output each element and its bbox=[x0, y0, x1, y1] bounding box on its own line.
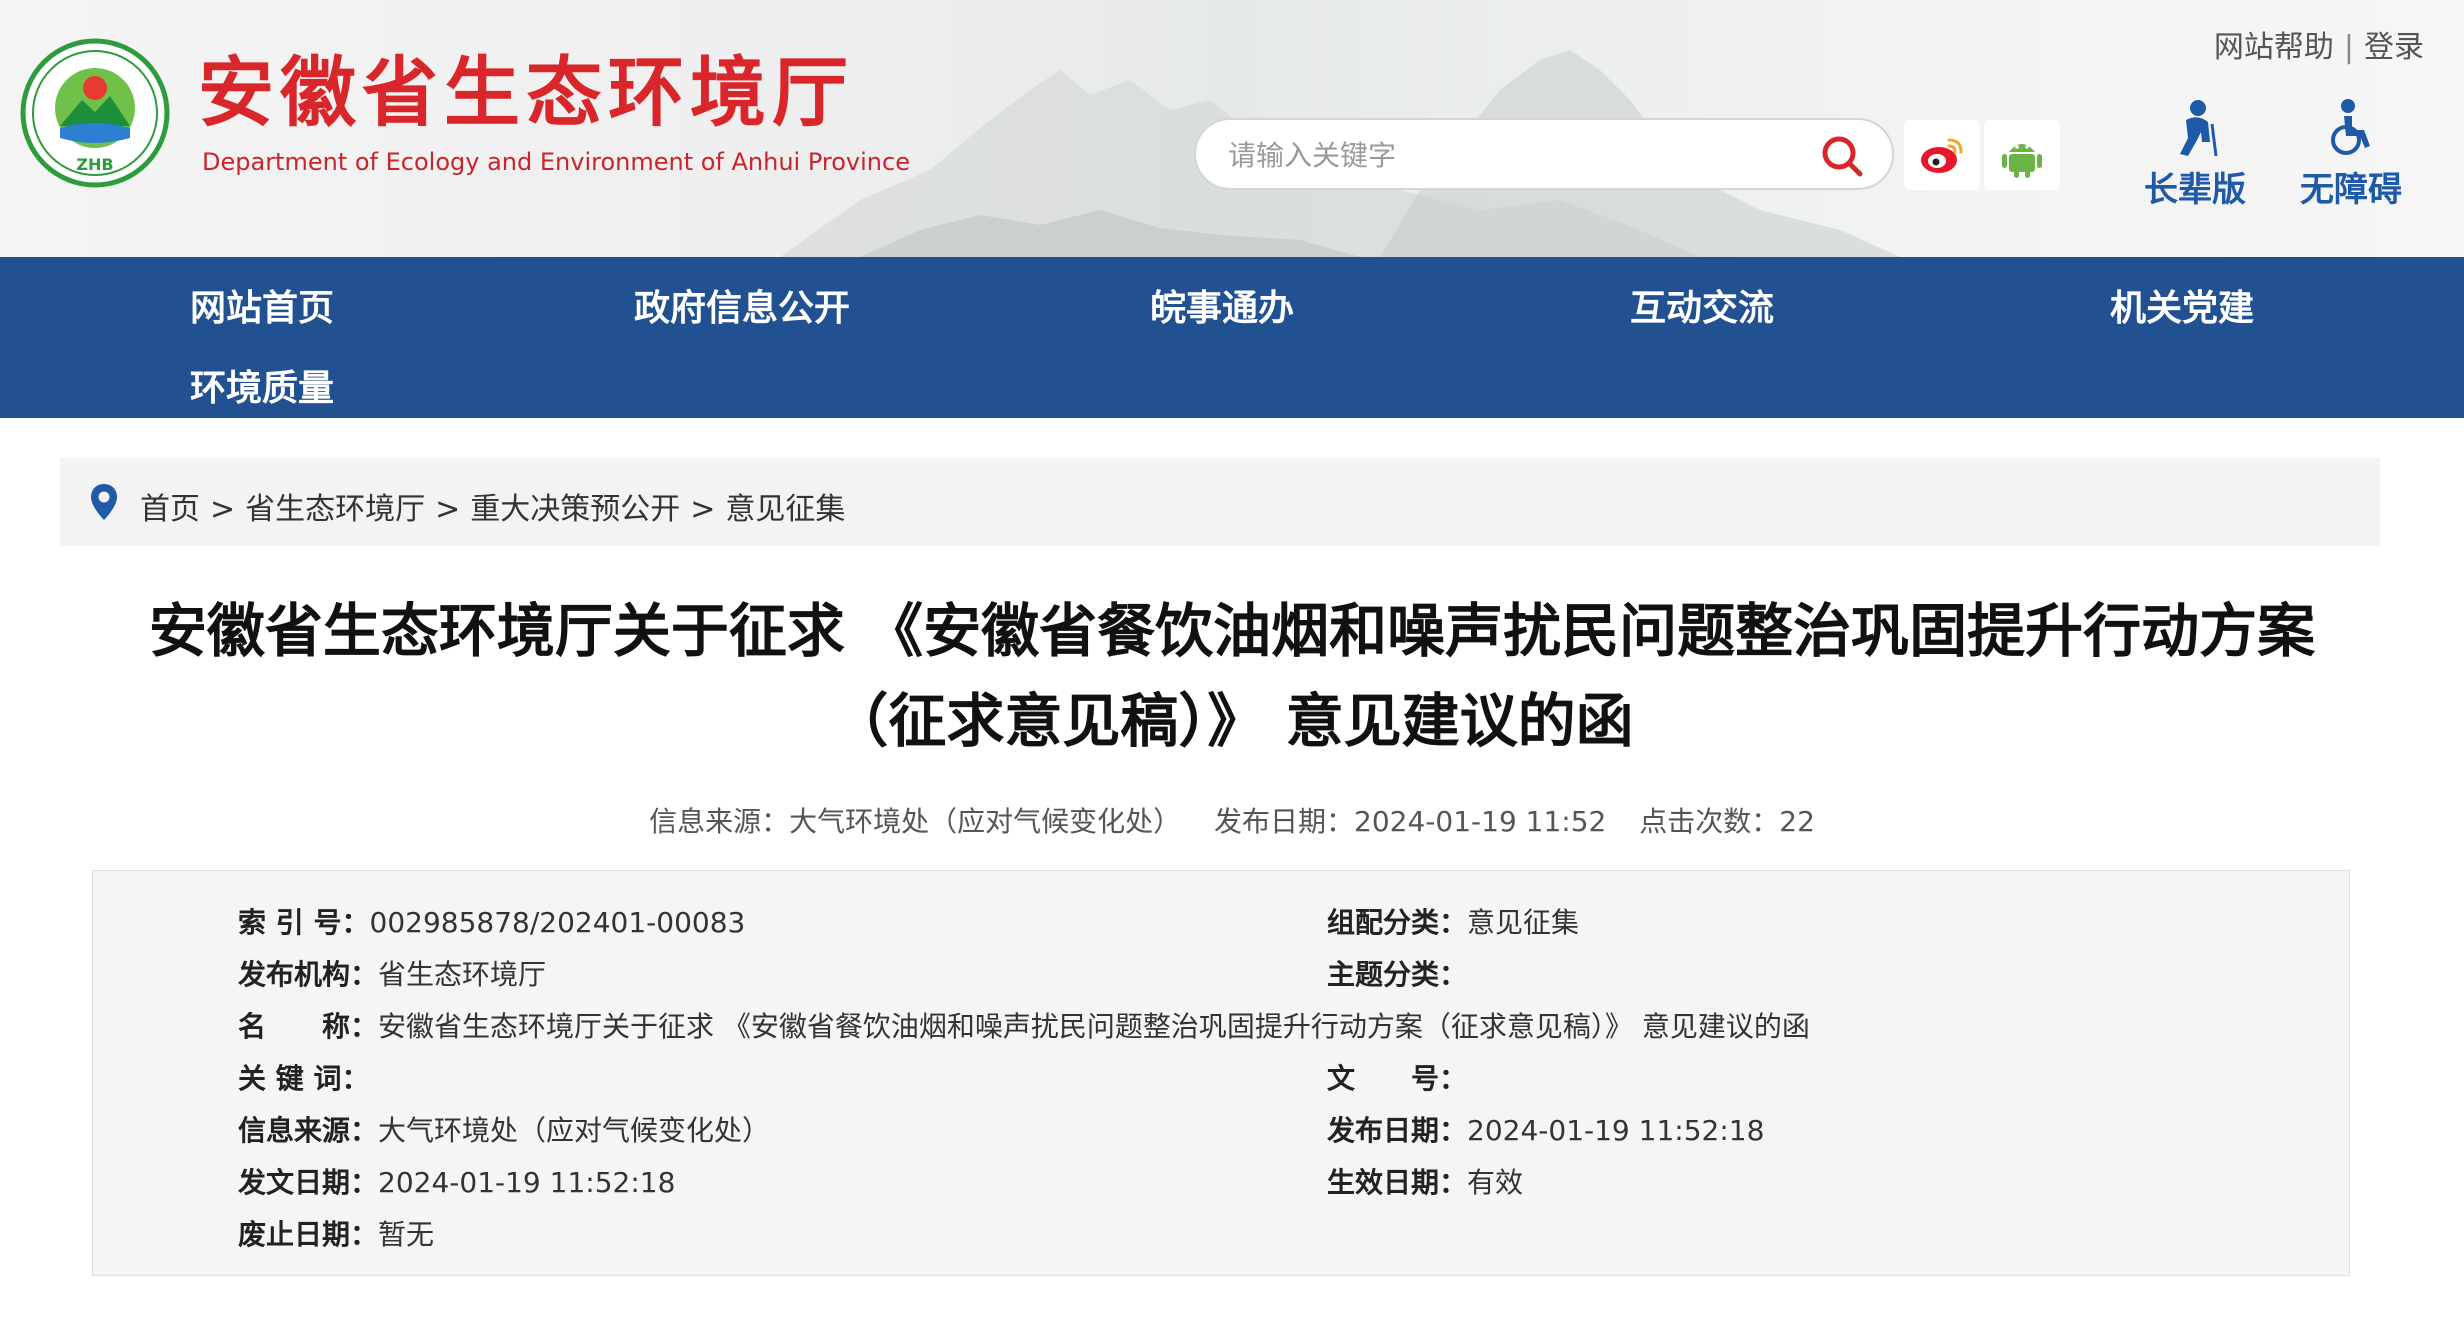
elder-mode-button[interactable]: 长辈版 bbox=[2130, 98, 2260, 211]
info-row-keywords: 关 键 词： bbox=[238, 1057, 370, 1097]
meta-views-label: 点击次数： bbox=[1639, 805, 1780, 838]
info-row-info-source: 信息来源：大气环境处（应对气候变化处） bbox=[238, 1109, 770, 1149]
main-nav: 网站首页 政府信息公开 皖事通办 互动交流 机关党建 环境质量 bbox=[0, 257, 2464, 418]
info-label: 生效日期： bbox=[1327, 1166, 1468, 1199]
article-title: 安徽省生态环境厅关于征求 《安徽省餐饮油烟和噪声扰民问题整治巩固提升行动方案 （… bbox=[80, 586, 2384, 766]
meta-views-value: 22 bbox=[1779, 805, 1815, 838]
info-label: 发布机构： bbox=[238, 958, 379, 991]
search-input[interactable] bbox=[1226, 132, 1790, 178]
zhb-logo-emblem[interactable]: ZHB bbox=[20, 38, 170, 188]
barrier-free-label: 无障碍 bbox=[2300, 170, 2402, 210]
info-value: 省生态环境厅 bbox=[378, 958, 547, 991]
meta-views: 点击次数：22 bbox=[1639, 805, 1815, 838]
article-title-line2: （征求意见稿）》 意见建议的函 bbox=[830, 687, 1634, 755]
info-table: 索 引 号：002985878/202401-00083 组配分类：意见征集 发… bbox=[92, 870, 2350, 1276]
breadcrumb-separator: > bbox=[435, 492, 461, 527]
wheelchair-icon bbox=[2331, 99, 2370, 155]
top-links-divider: | bbox=[2343, 30, 2354, 65]
info-row-publisher: 发布机构：省生态环境厅 bbox=[238, 953, 546, 993]
login-link[interactable]: 登录 bbox=[2364, 30, 2424, 65]
info-label: 发文日期： bbox=[238, 1166, 379, 1199]
breadcrumb-separator: > bbox=[690, 492, 716, 527]
info-row-effective: 生效日期：有效 bbox=[1327, 1161, 1523, 1201]
site-logo-title[interactable]: 安徽省生态环境厅 bbox=[198, 48, 854, 138]
site-logo-subtitle: Department of Ecology and Environment of… bbox=[202, 148, 910, 176]
meta-date: 发布日期：2024-01-19 11:52 bbox=[1214, 805, 1606, 838]
info-row-issue-date: 发文日期：2024-01-19 11:52:18 bbox=[238, 1161, 675, 1201]
info-label: 文 号： bbox=[1327, 1062, 1468, 1095]
nav-item-services[interactable]: 皖事通办 bbox=[1150, 279, 1294, 331]
site-help-link[interactable]: 网站帮助 bbox=[2214, 30, 2334, 65]
article-title-line1: 安徽省生态环境厅关于征求 《安徽省餐饮油烟和噪声扰民问题整治巩固提升行动方案 bbox=[148, 597, 2316, 665]
info-label: 索 引 号： bbox=[238, 906, 370, 939]
meta-date-label: 发布日期： bbox=[1214, 805, 1355, 838]
android-icon bbox=[2002, 144, 2042, 178]
svg-text:ZHB: ZHB bbox=[76, 155, 113, 174]
weibo-button[interactable] bbox=[1904, 120, 1980, 190]
info-row-repeal-date: 废止日期：暂无 bbox=[238, 1213, 434, 1253]
breadcrumb: 首页 > 省生态环境厅 > 重大决策预公开 > 意见征集 bbox=[60, 458, 2380, 546]
info-row-publish-date: 发布日期：2024-01-19 11:52:18 bbox=[1327, 1109, 1764, 1149]
breadcrumb-home[interactable]: 首页 bbox=[140, 492, 200, 527]
info-value: 2024-01-19 11:52:18 bbox=[378, 1166, 676, 1199]
location-pin-icon bbox=[91, 484, 117, 520]
top-links: 网站帮助 | 登录 bbox=[2214, 22, 2424, 66]
info-label: 发布日期： bbox=[1327, 1114, 1468, 1147]
info-row-category: 组配分类：意见征集 bbox=[1327, 901, 1579, 941]
breadcrumb-major-decisions[interactable]: 重大决策预公开 bbox=[470, 492, 680, 527]
info-label: 废止日期： bbox=[238, 1218, 379, 1251]
search-icon[interactable] bbox=[1818, 132, 1866, 180]
info-value: 暂无 bbox=[378, 1218, 435, 1251]
info-label: 关 键 词： bbox=[238, 1062, 370, 1095]
info-value: 安徽省生态环境厅关于征求 《安徽省餐饮油烟和噪声扰民问题整治巩固提升行动方案（征… bbox=[378, 1010, 1810, 1043]
nav-item-env-quality[interactable]: 环境质量 bbox=[190, 359, 334, 411]
info-label: 信息来源： bbox=[238, 1114, 379, 1147]
search-box bbox=[1194, 118, 1894, 190]
info-label: 主题分类： bbox=[1327, 958, 1468, 991]
meta-source-value: 大气环境处（应对气候变化处） bbox=[789, 805, 1182, 838]
meta-source-label: 信息来源： bbox=[649, 805, 790, 838]
info-value: 2024-01-19 11:52:18 bbox=[1467, 1114, 1765, 1147]
nav-item-home[interactable]: 网站首页 bbox=[190, 279, 334, 331]
info-value: 大气环境处（应对气候变化处） bbox=[378, 1114, 771, 1147]
android-app-button[interactable] bbox=[1984, 120, 2060, 190]
nav-item-gov-info[interactable]: 政府信息公开 bbox=[634, 279, 850, 331]
nav-item-party[interactable]: 机关党建 bbox=[2110, 279, 2254, 331]
breadcrumb-separator: > bbox=[210, 492, 236, 527]
breadcrumb-department[interactable]: 省生态环境厅 bbox=[245, 492, 425, 527]
info-value: 有效 bbox=[1467, 1166, 1524, 1199]
info-row-doc-no: 文 号： bbox=[1327, 1057, 1467, 1097]
elder-icon bbox=[2180, 100, 2218, 156]
info-row-index-no: 索 引 号：002985878/202401-00083 bbox=[238, 901, 745, 941]
breadcrumb-current[interactable]: 意见征集 bbox=[725, 492, 845, 527]
site-header: ZHB 安徽省生态环境厅 Department of Ecology and E… bbox=[0, 0, 2464, 257]
meta-source: 信息来源：大气环境处（应对气候变化处） bbox=[649, 805, 1181, 838]
weibo-icon bbox=[1921, 138, 1963, 173]
article-meta: 信息来源：大气环境处（应对气候变化处） 发布日期：2024-01-19 11:5… bbox=[0, 800, 2464, 840]
info-value: 002985878/202401-00083 bbox=[369, 906, 746, 939]
nav-item-interaction[interactable]: 互动交流 bbox=[1630, 279, 1774, 331]
elder-mode-label: 长辈版 bbox=[2144, 170, 2246, 210]
info-label: 组配分类： bbox=[1327, 906, 1468, 939]
info-label: 名 称： bbox=[238, 1010, 379, 1043]
info-row-topic: 主题分类： bbox=[1327, 953, 1467, 993]
breadcrumb-trail: 首页 > 省生态环境厅 > 重大决策预公开 > 意见征集 bbox=[140, 484, 845, 528]
meta-date-value: 2024-01-19 11:52 bbox=[1354, 805, 1607, 838]
barrier-free-button[interactable]: 无障碍 bbox=[2286, 98, 2416, 211]
info-value: 意见征集 bbox=[1467, 906, 1580, 939]
info-row-name: 名 称：安徽省生态环境厅关于征求 《安徽省餐饮油烟和噪声扰民问题整治巩固提升行动… bbox=[238, 1005, 1810, 1045]
